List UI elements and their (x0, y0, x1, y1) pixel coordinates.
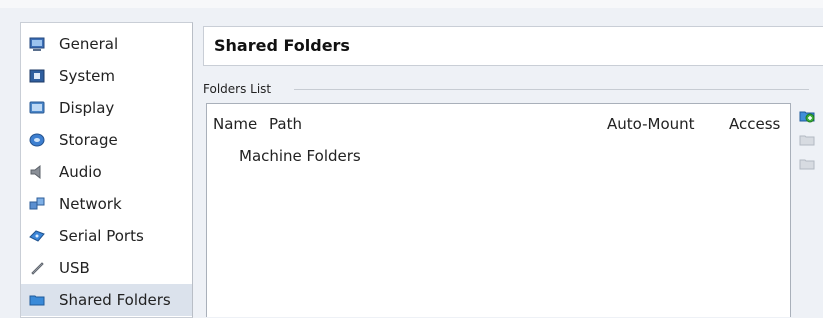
page-header: Shared Folders (203, 26, 823, 66)
sidebar-item-display[interactable]: Display (21, 92, 192, 124)
network-icon (29, 197, 45, 210)
window-top-edge (0, 0, 823, 8)
audio-icon (30, 164, 41, 180)
sidebar-item-audio[interactable]: Audio (21, 156, 192, 188)
main-panel: Shared Folders Folders List Name Path Au… (191, 22, 823, 317)
sidebar-item-usb[interactable]: USB (21, 252, 192, 284)
column-header-auto-mount[interactable]: Auto-Mount (607, 115, 695, 133)
edit-shared-folder-icon[interactable] (799, 132, 815, 148)
column-header-path[interactable]: Path (269, 115, 302, 133)
display-icon (29, 101, 45, 114)
sidebar-item-label: General (59, 35, 119, 53)
sidebar-item-system[interactable]: System (21, 60, 192, 92)
sidebar-item-label: System (59, 67, 115, 85)
shared-folders-icon (29, 295, 45, 306)
group-divider (294, 89, 809, 90)
page-title: Shared Folders (214, 36, 350, 55)
serial-ports-icon (29, 230, 45, 242)
storage-icon (29, 133, 45, 147)
sidebar-item-label: Display (59, 99, 115, 117)
sidebar-item-storage[interactable]: Storage (21, 124, 192, 156)
sidebar-item-label: Storage (59, 131, 118, 149)
general-icon (29, 37, 45, 51)
sidebar-item-network[interactable]: Network (21, 188, 192, 220)
usb-icon (31, 262, 44, 275)
sidebar-item-general[interactable]: General (21, 28, 192, 60)
add-shared-folder-icon[interactable] (799, 108, 815, 124)
system-icon (29, 69, 45, 83)
sidebar-item-serial-ports[interactable]: Serial Ports (21, 220, 192, 252)
folders-list-label: Folders List (203, 82, 278, 96)
sidebar-item-label: Audio (59, 163, 102, 181)
sidebar-item-label: USB (59, 259, 90, 277)
remove-shared-folder-icon[interactable] (799, 156, 815, 172)
column-header-access[interactable]: Access (729, 115, 780, 133)
sidebar-item-label: Shared Folders (59, 291, 171, 309)
list-item-machine-folders[interactable]: Machine Folders (239, 147, 361, 165)
column-header-name[interactable]: Name (213, 115, 257, 133)
sidebar-item-label: Network (59, 195, 122, 213)
sidebar-item-shared-folders[interactable]: Shared Folders (21, 284, 192, 316)
shared-folders-list[interactable]: Name Path Auto-Mount Access Machine Fold… (206, 103, 791, 317)
settings-sidebar: General System Display Storage Audio Net… (20, 22, 193, 318)
sidebar-item-label: Serial Ports (59, 227, 144, 245)
